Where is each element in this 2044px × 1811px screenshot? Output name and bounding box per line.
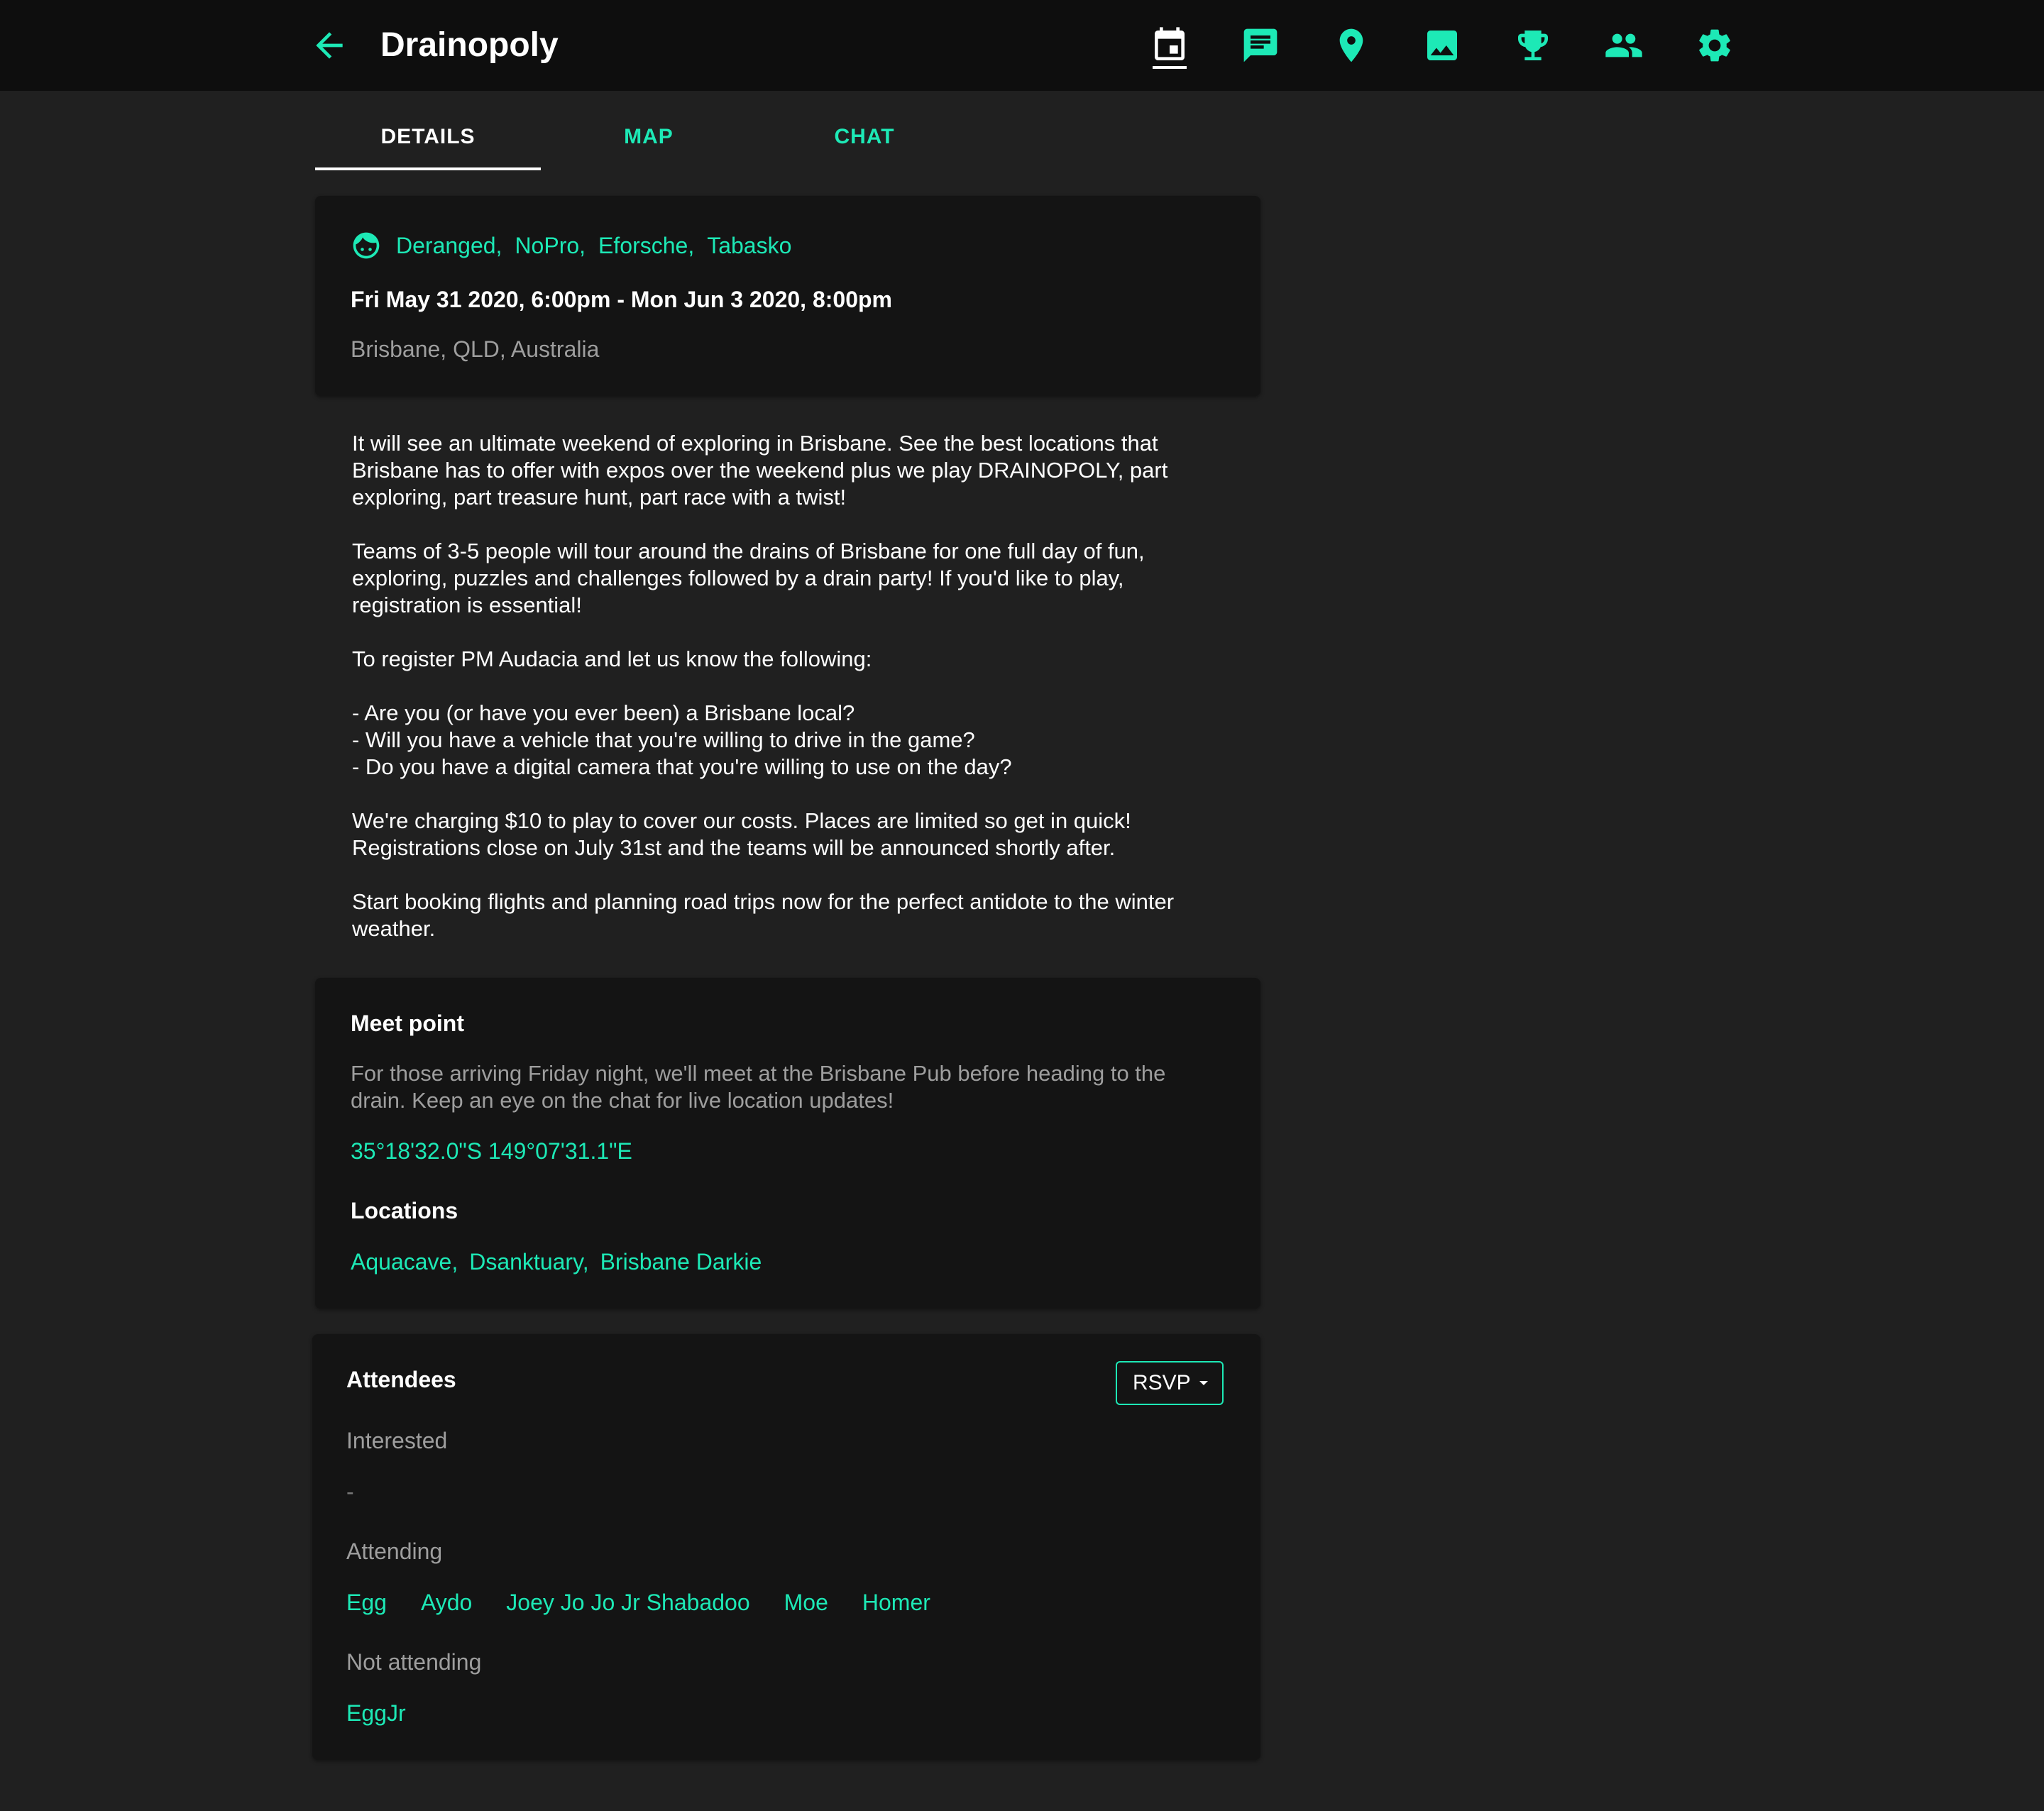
- location-link[interactable]: Dsanktuary,: [469, 1249, 588, 1275]
- not-attending-label: Not attending: [346, 1649, 482, 1675]
- tab-details[interactable]: DETAILS: [315, 114, 541, 170]
- tab-chat[interactable]: CHAT: [757, 114, 972, 167]
- description-line: exploring, puzzles and challenges follow…: [352, 566, 1124, 590]
- organizer-link[interactable]: NoPro,: [515, 233, 586, 258]
- organizer-link[interactable]: Tabasko: [707, 233, 791, 258]
- attending-list: Egg Aydo Joey Jo Jo Jr Shabadoo Moe Homer: [346, 1590, 965, 1616]
- image-icon[interactable]: [1422, 26, 1462, 65]
- top-app-bar: Drainopoly: [0, 0, 2044, 91]
- attendee-link[interactable]: EggJr: [346, 1700, 406, 1726]
- attendees-heading: Attendees: [346, 1367, 456, 1392]
- location-link[interactable]: Aquacave,: [351, 1249, 458, 1275]
- description-line: registration is essential!: [352, 593, 582, 617]
- meet-point-line: drain. Keep an eye on the chat for live …: [351, 1088, 894, 1113]
- meet-point-line: For those arriving Friday night, we'll m…: [351, 1061, 1166, 1086]
- chat-icon[interactable]: [1241, 26, 1280, 65]
- description-line: Brisbane has to offer with expos over th…: [352, 458, 1168, 483]
- description-line: We're charging $10 to play to cover our …: [352, 808, 1131, 833]
- rsvp-label: RSVP: [1133, 1371, 1191, 1394]
- location-pin-icon[interactable]: [1331, 26, 1371, 65]
- calendar-icon[interactable]: [1150, 26, 1189, 65]
- description-line: Registrations close on July 31st and the…: [352, 835, 1116, 860]
- description-line: Teams of 3-5 people will tour around the…: [352, 539, 1145, 563]
- attendee-link[interactable]: Moe: [784, 1590, 828, 1615]
- location-link[interactable]: Brisbane Darkie: [600, 1249, 762, 1275]
- locations-heading: Locations: [351, 1198, 458, 1223]
- locations-list: Aquacave, Dsanktuary, Brisbane Darkie: [351, 1249, 773, 1275]
- rsvp-button[interactable]: RSVP: [1116, 1361, 1224, 1405]
- description-line: Start booking flights and planning road …: [352, 889, 1175, 914]
- organizer-link[interactable]: Deranged,: [396, 233, 502, 258]
- event-location: Brisbane, QLD, Australia: [351, 336, 600, 362]
- organizer-list: Deranged, NoPro, Eforsche, Tabasko: [396, 233, 804, 259]
- description-line: exploring, part treasure hunt, part race…: [352, 485, 847, 510]
- page-title: Drainopoly: [380, 26, 559, 64]
- event-description: It will see an ultimate weekend of explo…: [352, 430, 1239, 942]
- caret-down-icon: [1199, 1381, 1208, 1385]
- description-line: weather.: [352, 916, 436, 941]
- attendee-link[interactable]: Aydo: [421, 1590, 472, 1615]
- attendee-link[interactable]: Joey Jo Jo Jr Shabadoo: [506, 1590, 749, 1615]
- description-line: To register PM Audacia and let us know t…: [352, 646, 872, 671]
- meet-point-heading: Meet point: [351, 1011, 464, 1036]
- organizer-face-icon: [351, 230, 382, 261]
- back-arrow-icon[interactable]: [309, 26, 349, 65]
- description-line: - Are you (or have you ever been) a Bris…: [352, 700, 855, 725]
- attending-label: Attending: [346, 1538, 443, 1564]
- attendee-link[interactable]: Egg: [346, 1590, 387, 1615]
- gear-icon[interactable]: [1695, 26, 1735, 65]
- description-line: It will see an ultimate weekend of explo…: [352, 431, 1158, 456]
- attendee-link[interactable]: Homer: [862, 1590, 930, 1615]
- meet-point-text: For those arriving Friday night, we'll m…: [351, 1060, 1238, 1114]
- interested-label: Interested: [346, 1428, 448, 1453]
- meet-point-coordinates[interactable]: 35°18'32.0"S 149°07'31.1"E: [351, 1138, 632, 1165]
- organizer-link[interactable]: Eforsche,: [598, 233, 694, 258]
- event-datetime: Fri May 31 2020, 6:00pm - Mon Jun 3 2020…: [351, 287, 892, 312]
- description-line: - Do you have a digital camera that you'…: [352, 754, 1012, 779]
- tab-map[interactable]: MAP: [541, 114, 757, 167]
- interested-empty: -: [346, 1479, 354, 1504]
- not-attending-list: EggJr: [346, 1700, 406, 1727]
- active-nav-indicator: [1153, 66, 1187, 69]
- trophy-icon[interactable]: [1513, 26, 1553, 65]
- description-line: - Will you have a vehicle that you're wi…: [352, 727, 975, 752]
- people-icon[interactable]: [1604, 26, 1644, 65]
